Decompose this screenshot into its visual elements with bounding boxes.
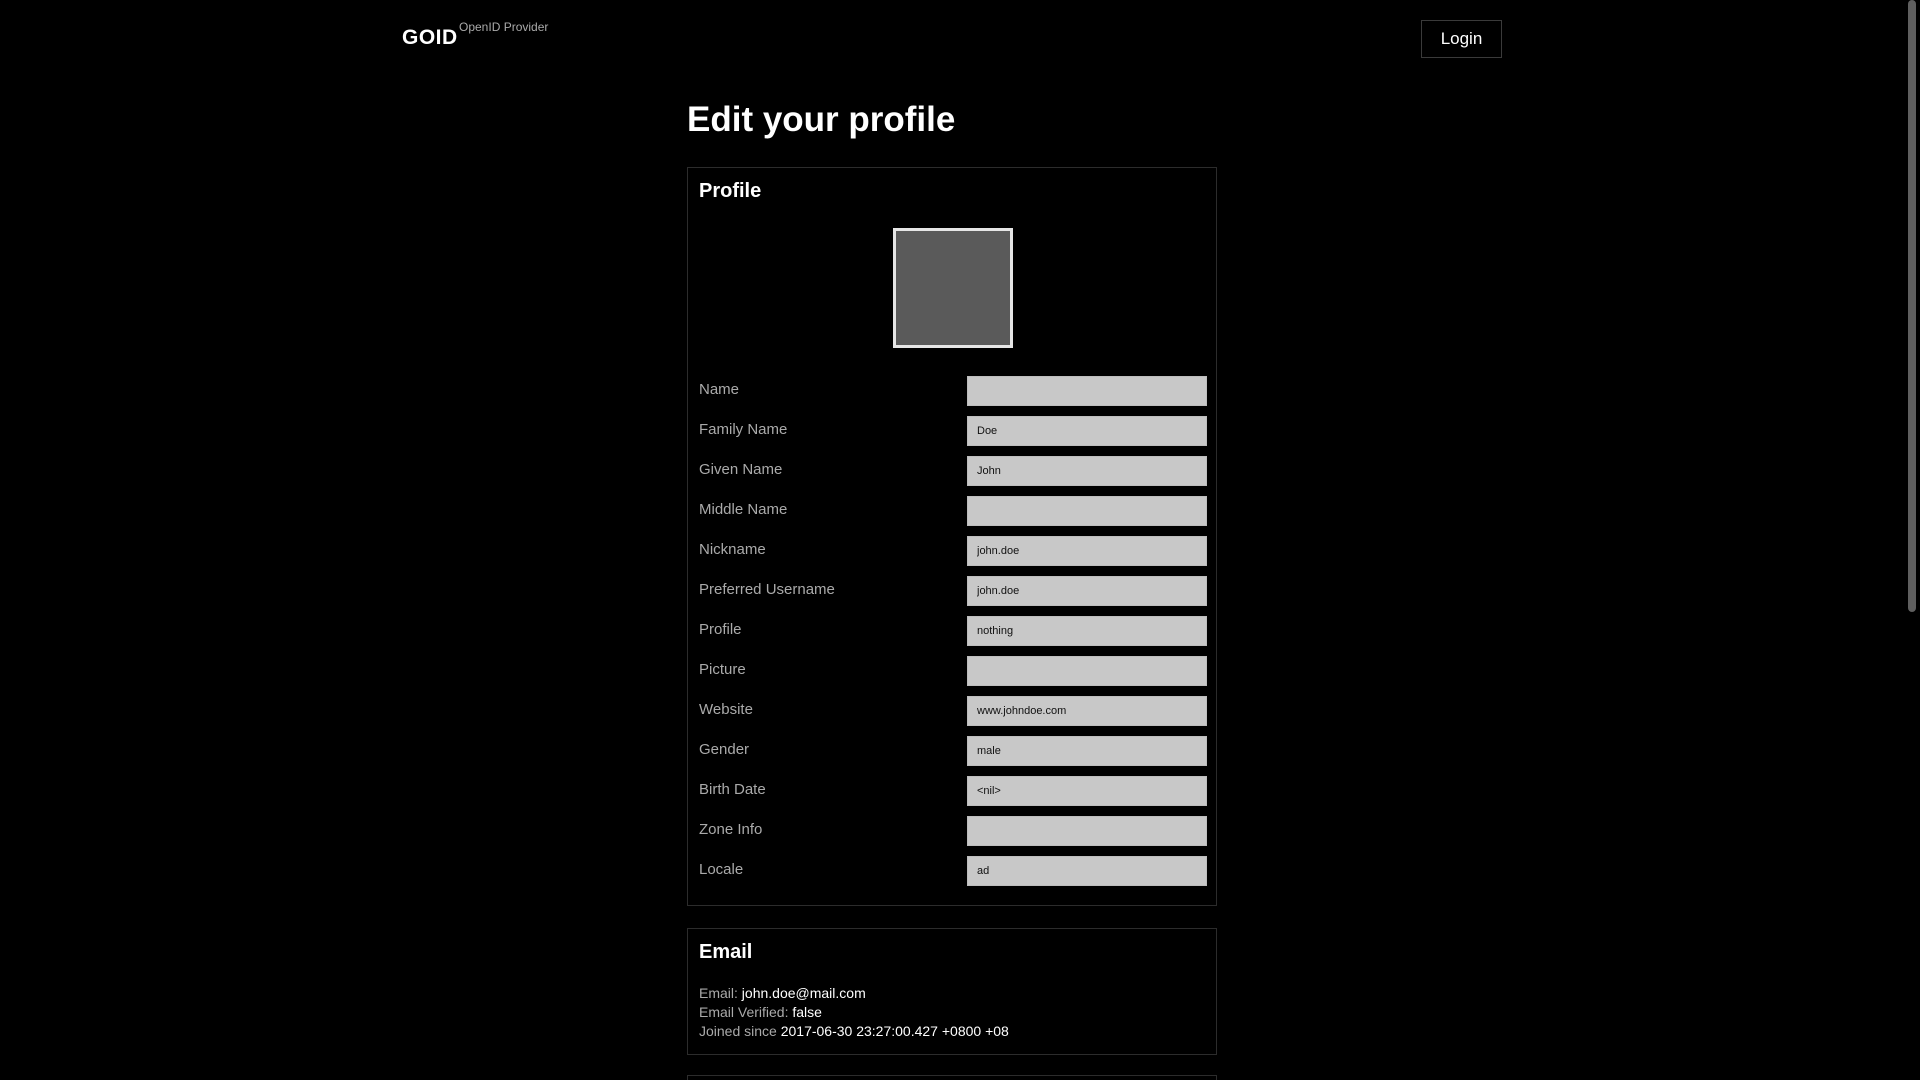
website-input[interactable] xyxy=(967,696,1207,726)
page: GOID OpenID Provider Login Edit your pro… xyxy=(0,0,1920,1080)
zone-info-input[interactable] xyxy=(967,816,1207,846)
middle-name-input[interactable] xyxy=(967,496,1207,526)
brand-subtitle: OpenID Provider xyxy=(459,20,549,34)
given-name-label: Given Name xyxy=(699,461,783,478)
email-verified-line: Email Verified: false xyxy=(699,1004,822,1020)
vertical-scrollbar[interactable] xyxy=(1908,0,1916,612)
profile-panel: Profile Name Family Name Given Name Middle … xyxy=(687,167,1217,906)
joined-label: Joined since xyxy=(699,1023,777,1039)
email-label: Email: xyxy=(699,985,738,1001)
picture-label: Picture xyxy=(699,661,746,678)
family-name-input[interactable] xyxy=(967,416,1207,446)
nickname-label: Nickname xyxy=(699,541,766,558)
field-row-gender: Gender xyxy=(699,736,1209,766)
joined-value: 2017-06-30 23:27:00.427 +0800 +08 xyxy=(780,1023,1009,1039)
nickname-input[interactable] xyxy=(967,536,1207,566)
field-row-picture: Picture xyxy=(699,656,1209,686)
gender-input[interactable] xyxy=(967,736,1207,766)
middle-name-label: Middle Name xyxy=(699,501,788,518)
birth-date-input[interactable] xyxy=(967,776,1207,806)
email-verified-label: Email Verified: xyxy=(699,1004,789,1020)
field-row-middle-name: Middle Name xyxy=(699,496,1209,526)
website-label: Website xyxy=(699,701,753,718)
field-row-website: Website xyxy=(699,696,1209,726)
locale-label: Locale xyxy=(699,861,744,878)
email-line: Email: john.doe@mail.com xyxy=(699,985,866,1001)
field-row-family-name: Family Name xyxy=(699,416,1209,446)
email-section-title: Email xyxy=(699,941,753,963)
name-label: Name xyxy=(699,381,740,398)
family-name-label: Family Name xyxy=(699,421,788,438)
field-row-zone-info: Zone Info xyxy=(699,816,1209,846)
profile-input[interactable] xyxy=(967,616,1207,646)
picture-input[interactable] xyxy=(967,656,1207,686)
field-row-birth-date: Birth Date xyxy=(699,776,1209,806)
field-row-profile: Profile xyxy=(699,616,1209,646)
joined-line: Joined since 2017-06-30 23:27:00.427 +08… xyxy=(699,1023,1009,1039)
page-title: Edit your profile xyxy=(687,100,956,139)
avatar xyxy=(893,228,1013,348)
field-row-preferred-username: Preferred Username xyxy=(699,576,1209,606)
next-panel xyxy=(687,1075,1217,1080)
preferred-username-label: Preferred Username xyxy=(699,581,835,598)
profile-section-title: Profile xyxy=(699,180,762,202)
email-value: john.doe@mail.com xyxy=(741,985,866,1001)
given-name-input[interactable] xyxy=(967,456,1207,486)
email-verified-value: false xyxy=(792,1004,822,1020)
preferred-username-input[interactable] xyxy=(967,576,1207,606)
brand-logo[interactable]: GOID OpenID Provider xyxy=(402,20,548,50)
zone-info-label: Zone Info xyxy=(699,821,763,838)
field-row-locale: Locale xyxy=(699,856,1209,886)
field-row-given-name: Given Name xyxy=(699,456,1209,486)
field-row-name: Name xyxy=(699,376,1209,406)
profile-label: Profile xyxy=(699,621,742,638)
birth-date-label: Birth Date xyxy=(699,781,766,798)
gender-label: Gender xyxy=(699,741,750,758)
login-button[interactable]: Login xyxy=(1421,20,1502,58)
name-input[interactable] xyxy=(967,376,1207,406)
brand-name: GOID xyxy=(402,26,458,49)
field-row-nickname: Nickname xyxy=(699,536,1209,566)
locale-input[interactable] xyxy=(967,856,1207,886)
email-panel: Email Email: john.doe@mail.com Email Ver… xyxy=(687,928,1217,1055)
